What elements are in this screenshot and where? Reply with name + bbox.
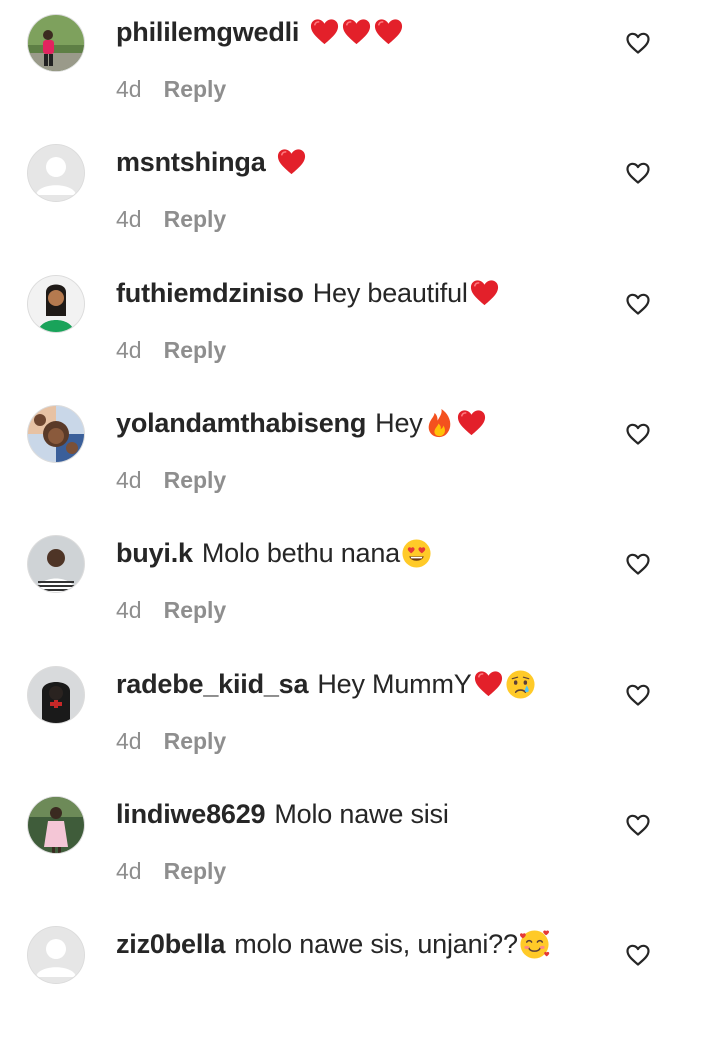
comment-meta: 4d Reply (116, 728, 226, 755)
comment-body: phililemgwedli (116, 12, 404, 52)
red-heart-emoji-icon (473, 669, 504, 700)
user-avatar[interactable] (28, 276, 84, 332)
like-heart-icon[interactable] (625, 682, 651, 708)
user-avatar[interactable] (28, 667, 84, 723)
comment-username[interactable]: radebe_kiid_sa (116, 669, 309, 700)
comment-timestamp: 4d (116, 206, 142, 232)
comment-body: msntshinga (116, 142, 307, 182)
crying-face-emoji-icon (505, 669, 536, 700)
reply-button[interactable]: Reply (164, 728, 227, 755)
comment-timestamp: 4d (116, 597, 142, 623)
comment-row: yolandamthabiseng Hey 4d Reply (0, 391, 720, 521)
comment-text: Molo bethu nana (201, 537, 400, 568)
reply-button[interactable]: Reply (164, 858, 227, 885)
comment-text: Hey MummY (317, 668, 472, 699)
like-heart-icon[interactable] (625, 30, 651, 56)
reply-button[interactable]: Reply (164, 206, 227, 233)
comment-timestamp: 4d (116, 858, 142, 884)
comment-text: Molo nawe sisi (274, 798, 449, 829)
like-heart-icon[interactable] (625, 421, 651, 447)
comment-meta: 4d Reply (116, 858, 226, 885)
comment-text: molo nawe sis, unjani?? (234, 928, 518, 959)
user-avatar[interactable] (28, 15, 84, 71)
comment-meta: 4d Reply (116, 597, 226, 624)
comment-text: Hey beautiful (312, 277, 468, 308)
red-heart-emoji-icon (456, 408, 487, 439)
comment-username[interactable]: yolandamthabiseng (116, 408, 366, 439)
comment-meta: 4d Reply (116, 337, 226, 364)
like-heart-icon[interactable] (625, 160, 651, 186)
reply-button[interactable]: Reply (164, 337, 227, 364)
user-avatar[interactable] (28, 406, 84, 462)
red-heart-emoji-icon (469, 278, 500, 309)
comment-username[interactable]: buyi.k (116, 538, 193, 569)
user-avatar[interactable] (28, 797, 84, 853)
comment-username[interactable]: ziz0bella (116, 929, 225, 960)
comment-row: ziz0bella molo nawe sis, unjani?? (0, 912, 720, 1042)
user-avatar[interactable] (28, 536, 84, 592)
red-heart-emoji-icon (309, 17, 340, 48)
fire-emoji-icon (424, 408, 455, 439)
like-heart-icon[interactable] (625, 942, 651, 968)
comment-row: lindiwe8629 Molo nawe sisi 4d Reply (0, 782, 720, 912)
red-heart-emoji-icon (373, 17, 404, 48)
comment-body: lindiwe8629 Molo nawe sisi (116, 794, 449, 834)
comment-row: radebe_kiid_sa Hey MummY 4d Reply (0, 652, 720, 782)
comment-row: msntshinga 4d Reply (0, 130, 720, 260)
comment-username[interactable]: lindiwe8629 (116, 799, 266, 830)
comment-timestamp: 4d (116, 76, 142, 102)
reply-button[interactable]: Reply (164, 467, 227, 494)
comment-timestamp: 4d (116, 728, 142, 754)
comment-username[interactable]: phililemgwedli (116, 17, 299, 48)
red-heart-emoji-icon (341, 17, 372, 48)
comment-body: buyi.k Molo bethu nana (116, 533, 432, 573)
user-avatar[interactable] (28, 145, 84, 201)
comment-text: Hey (375, 407, 423, 438)
comment-body: radebe_kiid_sa Hey MummY (116, 664, 536, 704)
user-avatar[interactable] (28, 927, 84, 983)
reply-button[interactable]: Reply (164, 597, 227, 624)
comment-body: futhiemdziniso Hey beautiful (116, 273, 500, 313)
comment-row: futhiemdziniso Hey beautiful 4d Reply (0, 261, 720, 391)
comment-meta: 4d Reply (116, 467, 226, 494)
comment-row: phililemgwedli 4d Reply (0, 0, 720, 130)
comment-row: buyi.k Molo bethu nana 4d Reply (0, 521, 720, 651)
like-heart-icon[interactable] (625, 291, 651, 317)
comment-timestamp: 4d (116, 337, 142, 363)
like-heart-icon[interactable] (625, 812, 651, 838)
comment-timestamp: 4d (116, 467, 142, 493)
smiling-face-with-hearts-emoji-icon (519, 929, 550, 960)
like-heart-icon[interactable] (625, 551, 651, 577)
comment-username[interactable]: futhiemdziniso (116, 278, 304, 309)
comment-meta: 4d Reply (116, 206, 226, 233)
comment-username[interactable]: msntshinga (116, 147, 266, 178)
comment-meta: 4d Reply (116, 76, 226, 103)
comment-body: yolandamthabiseng Hey (116, 403, 487, 443)
heart-eyes-emoji-icon (401, 538, 432, 569)
red-heart-emoji-icon (276, 147, 307, 178)
reply-button[interactable]: Reply (164, 76, 227, 103)
comment-body: ziz0bella molo nawe sis, unjani?? (116, 924, 550, 964)
